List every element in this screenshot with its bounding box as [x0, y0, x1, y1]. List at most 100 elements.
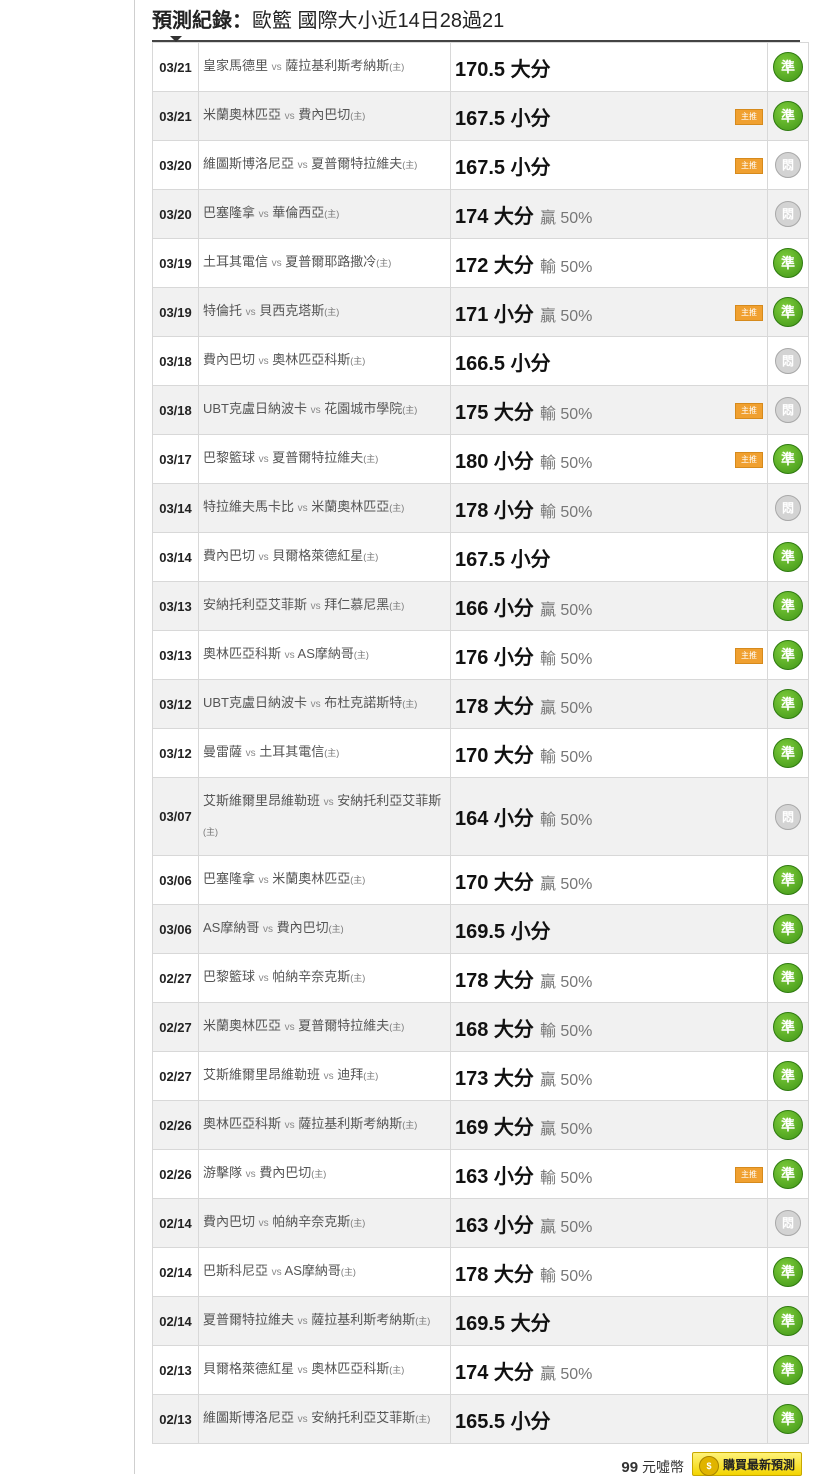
host-mark: (主) — [350, 356, 366, 366]
pick-line: 170 大分 — [455, 871, 534, 894]
pick-cell: 178 大分輸 50% — [450, 1247, 768, 1297]
price-unit: 元噓幣 — [642, 1459, 684, 1475]
vs-label: vs — [284, 1022, 295, 1033]
pick-cell: 163 小分輸 50% 主推 — [450, 1149, 768, 1199]
result-cell: 準 — [767, 630, 809, 680]
hit-badge-icon: 準 — [773, 914, 803, 944]
home-team: 薩拉基利斯考納斯 — [285, 58, 390, 73]
pick-cell: 170 大分贏 50% — [450, 855, 768, 905]
host-mark: (主) — [363, 1071, 379, 1081]
featured-tag: 主推 — [735, 452, 763, 468]
hit-badge-icon: 準 — [773, 640, 803, 670]
away-team: 曼雷薩 — [203, 744, 243, 759]
pick-line: 178 小分 — [455, 499, 534, 522]
hit-badge-icon: 準 — [773, 1012, 803, 1042]
table-row: 02/14 巴斯科尼亞 vs AS摩納哥(主) 178 大分輸 50% 準 — [152, 1247, 809, 1297]
pick-cell: 166.5 小分 — [450, 336, 768, 386]
table-row: 03/20 維圖斯博洛尼亞 vs 夏普爾特拉維夫(主) 167.5 小分 主推悶 — [152, 140, 809, 190]
vs-label: vs — [262, 924, 273, 935]
table-row: 02/26 奧林匹亞科斯 vs 薩拉基利斯考納斯(主) 169 大分贏 50% 準 — [152, 1100, 809, 1150]
match-date: 03/12 — [152, 679, 199, 729]
home-team: 帕納辛奈克斯 — [272, 1214, 351, 1229]
home-team: 米蘭奧林匹亞 — [272, 871, 351, 886]
table-row: 03/06 巴塞隆拿 vs 米蘭奧林匹亞(主) 170 大分贏 50% 準 — [152, 855, 809, 905]
result-cell: 準 — [767, 91, 809, 141]
result-cell: 準 — [767, 581, 809, 631]
match-cell: 夏普爾特拉維夫 vs 薩拉基利斯考納斯(主) — [198, 1296, 451, 1346]
host-mark: (主) — [402, 160, 418, 170]
away-team: UBT克盧日納波卡 — [203, 695, 308, 710]
pending-badge-icon: 悶 — [775, 495, 801, 521]
home-team: 費內巴切 — [276, 920, 329, 935]
pick-cell: 163 小分贏 50% — [450, 1198, 768, 1248]
buy-prediction-button[interactable]: $ 購買最新預測 — [692, 1452, 802, 1476]
sort-caret-icon[interactable] — [170, 36, 182, 42]
vs-label: vs — [297, 1316, 308, 1327]
hit-badge-icon: 準 — [773, 963, 803, 993]
match-date: 02/27 — [152, 953, 199, 1003]
result-cell: 悶 — [767, 336, 809, 386]
match-date: 02/14 — [152, 1198, 199, 1248]
table-row: 03/14 費內巴切 vs 貝爾格萊德紅星(主) 167.5 小分準 — [152, 532, 809, 582]
match-date: 03/14 — [152, 532, 199, 582]
pick-line: 167.5 小分 — [455, 107, 551, 130]
away-team: AS摩納哥 — [203, 920, 260, 935]
pending-badge-icon: 悶 — [775, 201, 801, 227]
match-cell: 艾斯維爾里昂維勒班 vs 迪拜(主) — [198, 1051, 451, 1101]
pick-line: 178 大分 — [455, 1263, 534, 1286]
pick-line: 169.5 大分 — [455, 1312, 551, 1335]
hit-badge-icon: 準 — [773, 865, 803, 895]
match-cell: 巴塞隆拿 vs 華倫西亞(主) — [198, 189, 451, 239]
featured-tag: 主推 — [735, 1167, 763, 1183]
buy-button-label: 購買最新預測 — [722, 1457, 795, 1472]
home-team: 費內巴切 — [298, 107, 351, 122]
vs-label: vs — [258, 973, 269, 984]
table-row: 03/19 土耳其電信 vs 夏普爾耶路撒冷(主) 172 大分輸 50% 準 — [152, 238, 809, 288]
away-team: 艾斯維爾里昂維勒班 — [203, 1067, 321, 1082]
match-date: 02/26 — [152, 1149, 199, 1199]
match-cell: 安納托利亞艾菲斯 vs 拜仁慕尼黑(主) — [198, 581, 451, 631]
vs-label: vs — [310, 601, 321, 612]
pick-cell: 167.5 小分 主推 — [450, 140, 768, 190]
record-label: 預測紀錄： — [152, 10, 252, 32]
result-cell: 準 — [767, 1100, 809, 1150]
away-team: 米蘭奧林匹亞 — [203, 1018, 282, 1033]
table-row: 03/19 特倫托 vs 貝西克塔斯(主) 171 小分贏 50% 主推準 — [152, 287, 809, 337]
purchase-footer: 99 元噓幣 $ 購買最新預測 — [152, 1444, 802, 1476]
hit-badge-icon: 準 — [773, 1404, 803, 1434]
result-cell: 準 — [767, 904, 809, 954]
match-cell: 奧林匹亞科斯 vs 薩拉基利斯考納斯(主) — [198, 1100, 451, 1150]
result-cell: 準 — [767, 1394, 809, 1444]
pick-cell: 167.5 小分 — [450, 532, 768, 582]
vs-label: vs — [284, 1120, 295, 1131]
pick-line: 172 大分 — [455, 254, 534, 277]
pending-badge-icon: 悶 — [775, 152, 801, 178]
away-team: 艾斯維爾里昂維勒班 — [203, 793, 321, 808]
match-cell: 巴黎籃球 vs 夏普爾特拉維夫(主) — [198, 434, 451, 484]
host-mark: (主) — [415, 1316, 431, 1326]
host-mark: (主) — [363, 454, 379, 464]
vs-label: vs — [310, 405, 321, 416]
pick-cell: 169.5 大分 — [450, 1296, 768, 1346]
left-gutter — [0, 0, 135, 1474]
table-row: 03/13 奧林匹亞科斯 vs AS摩納哥(主) 176 小分輸 50% 主推準 — [152, 630, 809, 680]
home-team: 費內巴切 — [259, 1165, 312, 1180]
pick-line: 175 大分 — [455, 401, 534, 424]
home-team: 貝西克塔斯 — [259, 303, 325, 318]
match-cell: 米蘭奧林匹亞 vs 費內巴切(主) — [198, 91, 451, 141]
vs-label: vs — [258, 454, 269, 465]
host-mark: (主) — [363, 552, 379, 562]
match-date: 03/17 — [152, 434, 199, 484]
hit-badge-icon: 準 — [773, 1061, 803, 1091]
pick-result-pct: 輸 50% — [539, 258, 593, 276]
vs-label: vs — [297, 1414, 308, 1425]
away-team: 巴黎籃球 — [203, 969, 256, 984]
pick-cell: 170 大分輸 50% — [450, 728, 768, 778]
result-cell: 準 — [767, 532, 809, 582]
hit-badge-icon: 準 — [773, 1110, 803, 1140]
vs-label: vs — [245, 748, 256, 759]
match-cell: 艾斯維爾里昂維勒班 vs 安納托利亞艾菲斯 (主) — [198, 777, 451, 856]
vs-label: vs — [245, 1169, 256, 1180]
pick-cell: 174 大分贏 50% — [450, 1345, 768, 1395]
pick-result-pct: 贏 50% — [539, 973, 593, 991]
